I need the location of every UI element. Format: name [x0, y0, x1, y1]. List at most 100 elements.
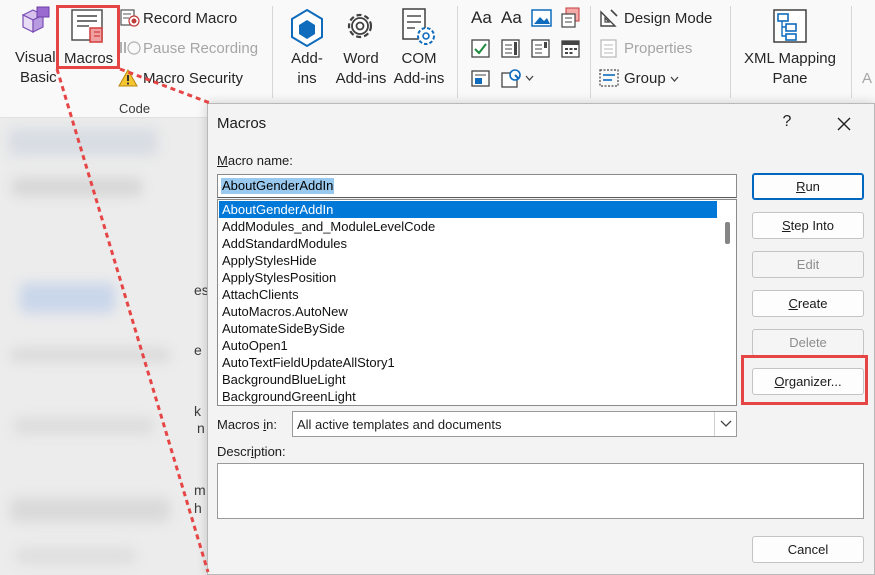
macros-in-label-text: Macros: [217, 417, 264, 432]
addins-label: Add-: [291, 50, 323, 67]
xml-mapping-icon: [773, 9, 807, 43]
word-addins-label-2: Add-ins: [335, 70, 387, 87]
step-into-button[interactable]: Step Into: [752, 212, 864, 239]
blurred-block: [10, 348, 170, 362]
background-text-fragment: h: [194, 500, 202, 516]
list-item[interactable]: AutoMacros.AutoNew: [219, 303, 717, 320]
blurred-block: [8, 128, 158, 156]
macros-in-dropdown-button[interactable]: [714, 412, 736, 436]
ribbon: Visual Basic Macros Record Macro Pause R…: [0, 0, 875, 118]
checkbox-control-icon[interactable]: [471, 39, 491, 59]
cut-off-label: A: [862, 70, 873, 87]
rich-text-control-button[interactable]: Aa: [471, 9, 492, 27]
warning-icon: [118, 69, 138, 87]
create-mnemonic: C: [788, 296, 798, 311]
chevron-down-icon: [670, 76, 679, 82]
blurred-block: [14, 418, 154, 434]
edit-button[interactable]: Edit: [752, 251, 864, 278]
list-item[interactable]: AddStandardModules: [219, 235, 717, 252]
gear-icon: [347, 13, 373, 39]
com-addins-label: COM: [401, 50, 437, 67]
visual-basic-label-2: Basic: [20, 69, 57, 86]
combo-box-icon[interactable]: [501, 39, 521, 59]
macro-name-value: AboutGenderAddIn: [221, 178, 335, 194]
group-icon: [599, 69, 619, 87]
pause-icon: [120, 41, 141, 55]
description-box: [217, 463, 864, 519]
list-item[interactable]: AboutGenderAddIn: [219, 201, 717, 218]
macro-security-label: Macro Security: [143, 70, 244, 87]
list-item[interactable]: ApplyStylesPosition: [219, 269, 717, 286]
hexagon-addins-icon: [291, 8, 323, 48]
scrollbar-thumb[interactable]: [725, 222, 730, 244]
design-mode-label: Design Mode: [624, 10, 713, 27]
list-item[interactable]: BackgroundBlueLight: [219, 371, 717, 388]
list-item[interactable]: ApplyStylesHide: [219, 252, 717, 269]
group-separator: [272, 6, 273, 98]
list-item[interactable]: AutoOpen1: [219, 337, 717, 354]
date-picker-icon[interactable]: [561, 39, 581, 59]
com-addins-icon: [402, 8, 435, 45]
document-background: es e k n m h: [0, 118, 210, 575]
xml-mapping-label-2: Pane: [772, 70, 808, 87]
organizer-highlight-box: [741, 355, 868, 405]
run-label: un: [805, 179, 820, 194]
macro-name-label: Macro name:: [217, 153, 293, 168]
visual-basic-icon: [21, 6, 50, 33]
close-icon[interactable]: [833, 113, 855, 135]
blurred-block: [10, 498, 170, 522]
xml-mapping-label: XML Mapping: [744, 50, 836, 67]
help-button[interactable]: ?: [777, 113, 797, 133]
macros-in-label-text-2: n:: [266, 417, 277, 432]
properties-icon: [600, 39, 617, 58]
list-item[interactable]: BackgroundGreenLight: [219, 388, 717, 405]
macro-name-label-text: acro name:: [227, 153, 293, 168]
design-mode-icon: [600, 9, 618, 27]
word-addins-label: Word: [343, 50, 379, 67]
background-text-fragment: n: [197, 420, 205, 436]
record-macro-icon: [120, 9, 140, 27]
macros-in-select[interactable]: All active templates and documents: [292, 411, 737, 437]
create-label: reate: [797, 296, 828, 311]
macros-dialog: Macros ? Macro name: AboutGenderAddIn Ab…: [207, 103, 875, 575]
description-label-text-2: ption:: [253, 444, 286, 459]
code-group-label: Code: [119, 101, 151, 116]
blurred-block: [16, 548, 136, 564]
blurred-block: [20, 283, 115, 313]
description-label: Description:: [217, 444, 286, 459]
macros-highlight-box: [56, 5, 120, 69]
com-addins-label-2: Add-ins: [393, 70, 445, 87]
cancel-button[interactable]: Cancel: [752, 536, 864, 563]
building-block-icon[interactable]: [560, 7, 582, 29]
picture-control-icon[interactable]: [531, 8, 553, 28]
visual-basic-label: Visual: [15, 49, 56, 66]
dialog-title: Macros: [217, 115, 267, 132]
macro-list[interactable]: AboutGenderAddIn AddModules_and_ModuleLe…: [217, 199, 737, 406]
macro-name-input[interactable]: AboutGenderAddIn: [217, 174, 737, 198]
chevron-down-icon: [525, 75, 534, 81]
plain-text-control-button[interactable]: Aa: [501, 9, 522, 27]
group-separator: [590, 6, 591, 98]
run-button[interactable]: Run: [752, 173, 864, 200]
background-text-fragment: k: [194, 403, 201, 419]
macro-name-label-mnemonic: M: [217, 153, 228, 168]
macro-list-items: AboutGenderAddIn AddModules_and_ModuleLe…: [219, 201, 717, 405]
group-separator: [851, 6, 852, 98]
list-item[interactable]: AutomateSideBySide: [219, 320, 717, 337]
create-button[interactable]: Create: [752, 290, 864, 317]
description-label-text: Descr: [217, 444, 251, 459]
dropdown-list-icon[interactable]: [531, 39, 551, 59]
pause-recording-label: Pause Recording: [143, 40, 259, 57]
addins-label-2: ins: [297, 70, 317, 87]
list-scrollbar[interactable]: [719, 200, 736, 405]
list-item[interactable]: AttachClients: [219, 286, 717, 303]
legacy-form-icon[interactable]: [471, 69, 491, 89]
legacy-tools-icon: [501, 69, 521, 88]
list-item[interactable]: AddModules_and_ModuleLevelCode: [219, 218, 717, 235]
group-separator: [457, 6, 458, 98]
step-into-mnemonic: S: [781, 218, 791, 233]
properties-label: Properties: [624, 40, 693, 57]
list-item[interactable]: AutoTextFieldUpdateAllStory1: [219, 354, 717, 371]
chevron-down-icon: [720, 420, 732, 427]
delete-button[interactable]: Delete: [752, 329, 864, 356]
